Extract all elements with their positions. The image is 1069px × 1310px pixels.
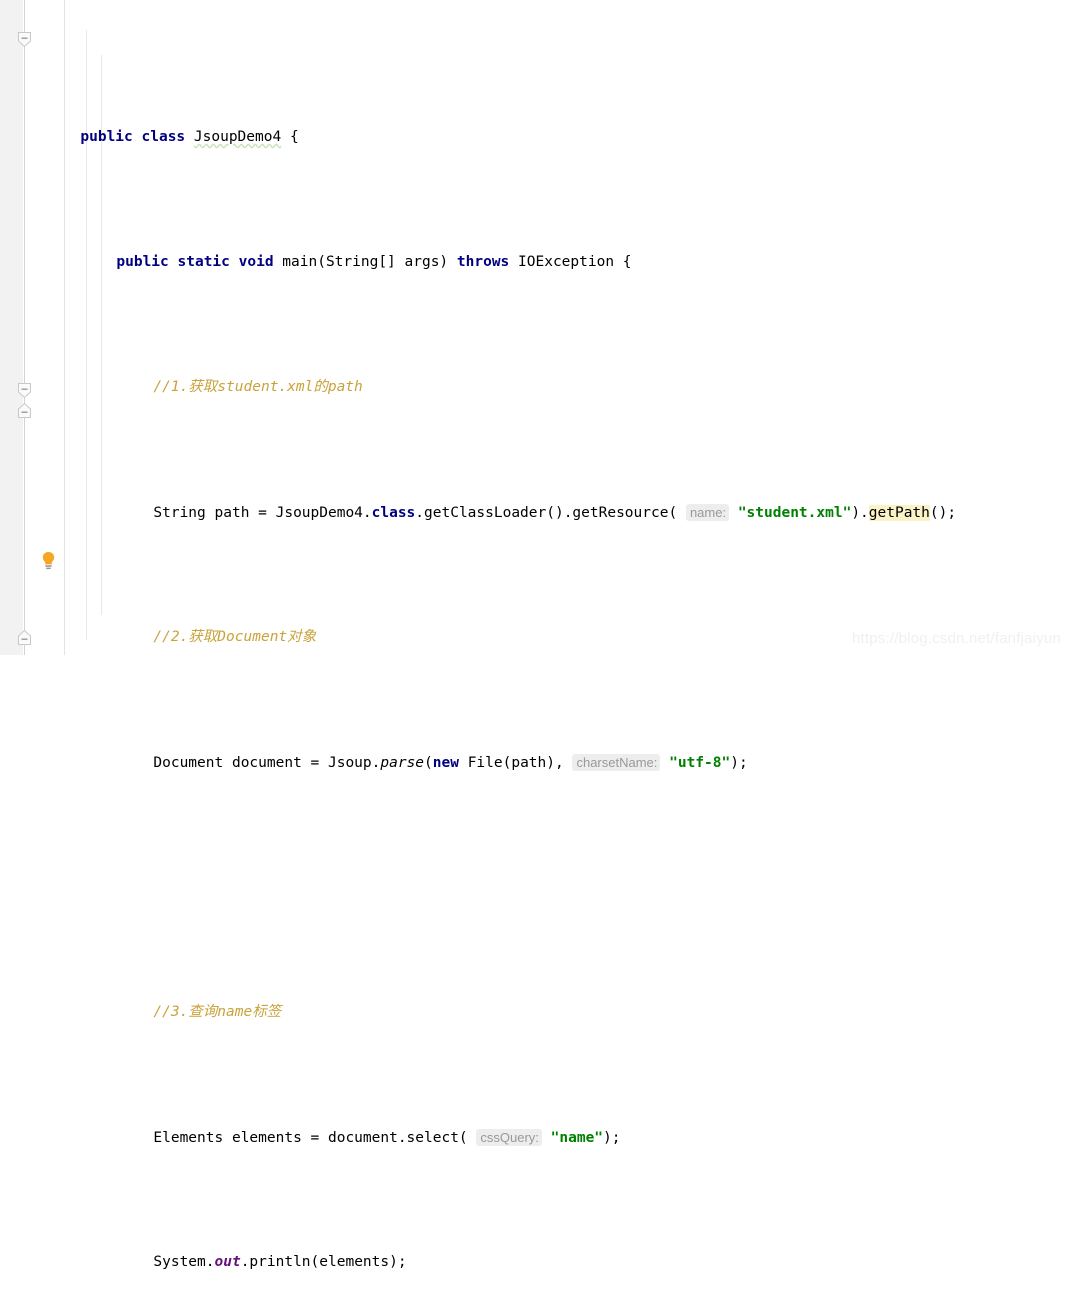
- code-line-blank[interactable]: [0, 850, 1069, 875]
- fold-marker-expanded-top[interactable]: [17, 31, 32, 48]
- code-fragment: ();: [929, 505, 957, 521]
- csdn-watermark: https://blog.csdn.net/fanfjaiyun: [851, 630, 1061, 647]
- code-line[interactable]: Document document = Jsoup.parse(new File…: [0, 725, 1069, 771]
- comment-2: //2.获取Document对象: [153, 629, 317, 645]
- static-field-out: out: [214, 1254, 241, 1270]
- comment-1: //1.获取student.xml的path: [153, 379, 363, 395]
- code-fragment: System.: [153, 1254, 215, 1270]
- code-fragment: String path = JsoupDemo4.: [153, 505, 372, 521]
- code-line[interactable]: String path = JsoupDemo4.class.getClassL…: [0, 475, 1069, 521]
- method-signature-main: main(String[] args): [282, 254, 449, 270]
- keyword-throws: throws: [456, 254, 510, 270]
- comment-3: //3.查询name标签: [153, 1004, 282, 1020]
- code-fragment: );: [603, 1130, 621, 1146]
- param-hint-charsetname: charsetName:: [572, 754, 661, 771]
- code-fragment: Document document = Jsoup.: [153, 755, 381, 771]
- intention-bulb-icon[interactable]: [40, 551, 57, 571]
- code-content[interactable]: public class JsoupDemo4 { public static …: [0, 0, 1069, 1310]
- code-fragment: (: [424, 755, 433, 771]
- keyword-static: static: [177, 254, 230, 270]
- param-hint-name: name:: [685, 504, 730, 521]
- param-hint-cssquery: cssQuery:: [476, 1129, 542, 1146]
- code-fragment: );: [730, 755, 748, 771]
- fold-marker-expanded-bottom[interactable]: [17, 402, 32, 419]
- code-line[interactable]: public static void main(String[] args) t…: [0, 225, 1069, 270]
- keyword-class: class: [141, 129, 186, 145]
- method-parse: parse: [380, 755, 425, 771]
- code-editor[interactable]: public class JsoupDemo4 { public static …: [0, 0, 1069, 1270]
- code-line[interactable]: System.out.println(elements);: [0, 1225, 1069, 1270]
- exception-type: IOException: [518, 254, 615, 270]
- string-student-xml: "student.xml": [737, 505, 852, 521]
- code-line[interactable]: //1.获取student.xml的path: [0, 350, 1069, 395]
- fold-marker-expanded-bottom[interactable]: [17, 629, 32, 646]
- keyword-void: void: [238, 254, 274, 270]
- code-line[interactable]: //3.查询name标签: [0, 975, 1069, 1020]
- open-brace: {: [622, 254, 632, 270]
- fold-marker-expanded-top[interactable]: [17, 382, 32, 399]
- class-name-identifier: JsoupDemo4: [193, 129, 282, 145]
- code-fragment: .getClassLoader().getResource(: [415, 505, 678, 521]
- code-line[interactable]: //2.获取Document对象: [0, 600, 1069, 645]
- code-line[interactable]: public class JsoupDemo4 {: [0, 100, 1069, 145]
- code-line[interactable]: Elements elements = document.select( css…: [0, 1100, 1069, 1146]
- code-fragment: File(path),: [458, 755, 573, 771]
- keyword-public: public: [116, 254, 169, 270]
- code-fragment: ).: [851, 505, 869, 521]
- keyword-new: new: [432, 755, 459, 771]
- string-name: "name": [550, 1130, 604, 1146]
- open-brace: {: [289, 129, 299, 145]
- keyword-public: public: [80, 129, 133, 145]
- keyword-class-literal: class: [371, 505, 416, 521]
- highlighted-identifier-getpath: getPath: [868, 505, 930, 521]
- code-fragment: Elements elements = document.select(: [153, 1130, 468, 1146]
- string-utf8: "utf-8": [669, 755, 731, 771]
- code-fragment: .println(elements);: [240, 1254, 407, 1270]
